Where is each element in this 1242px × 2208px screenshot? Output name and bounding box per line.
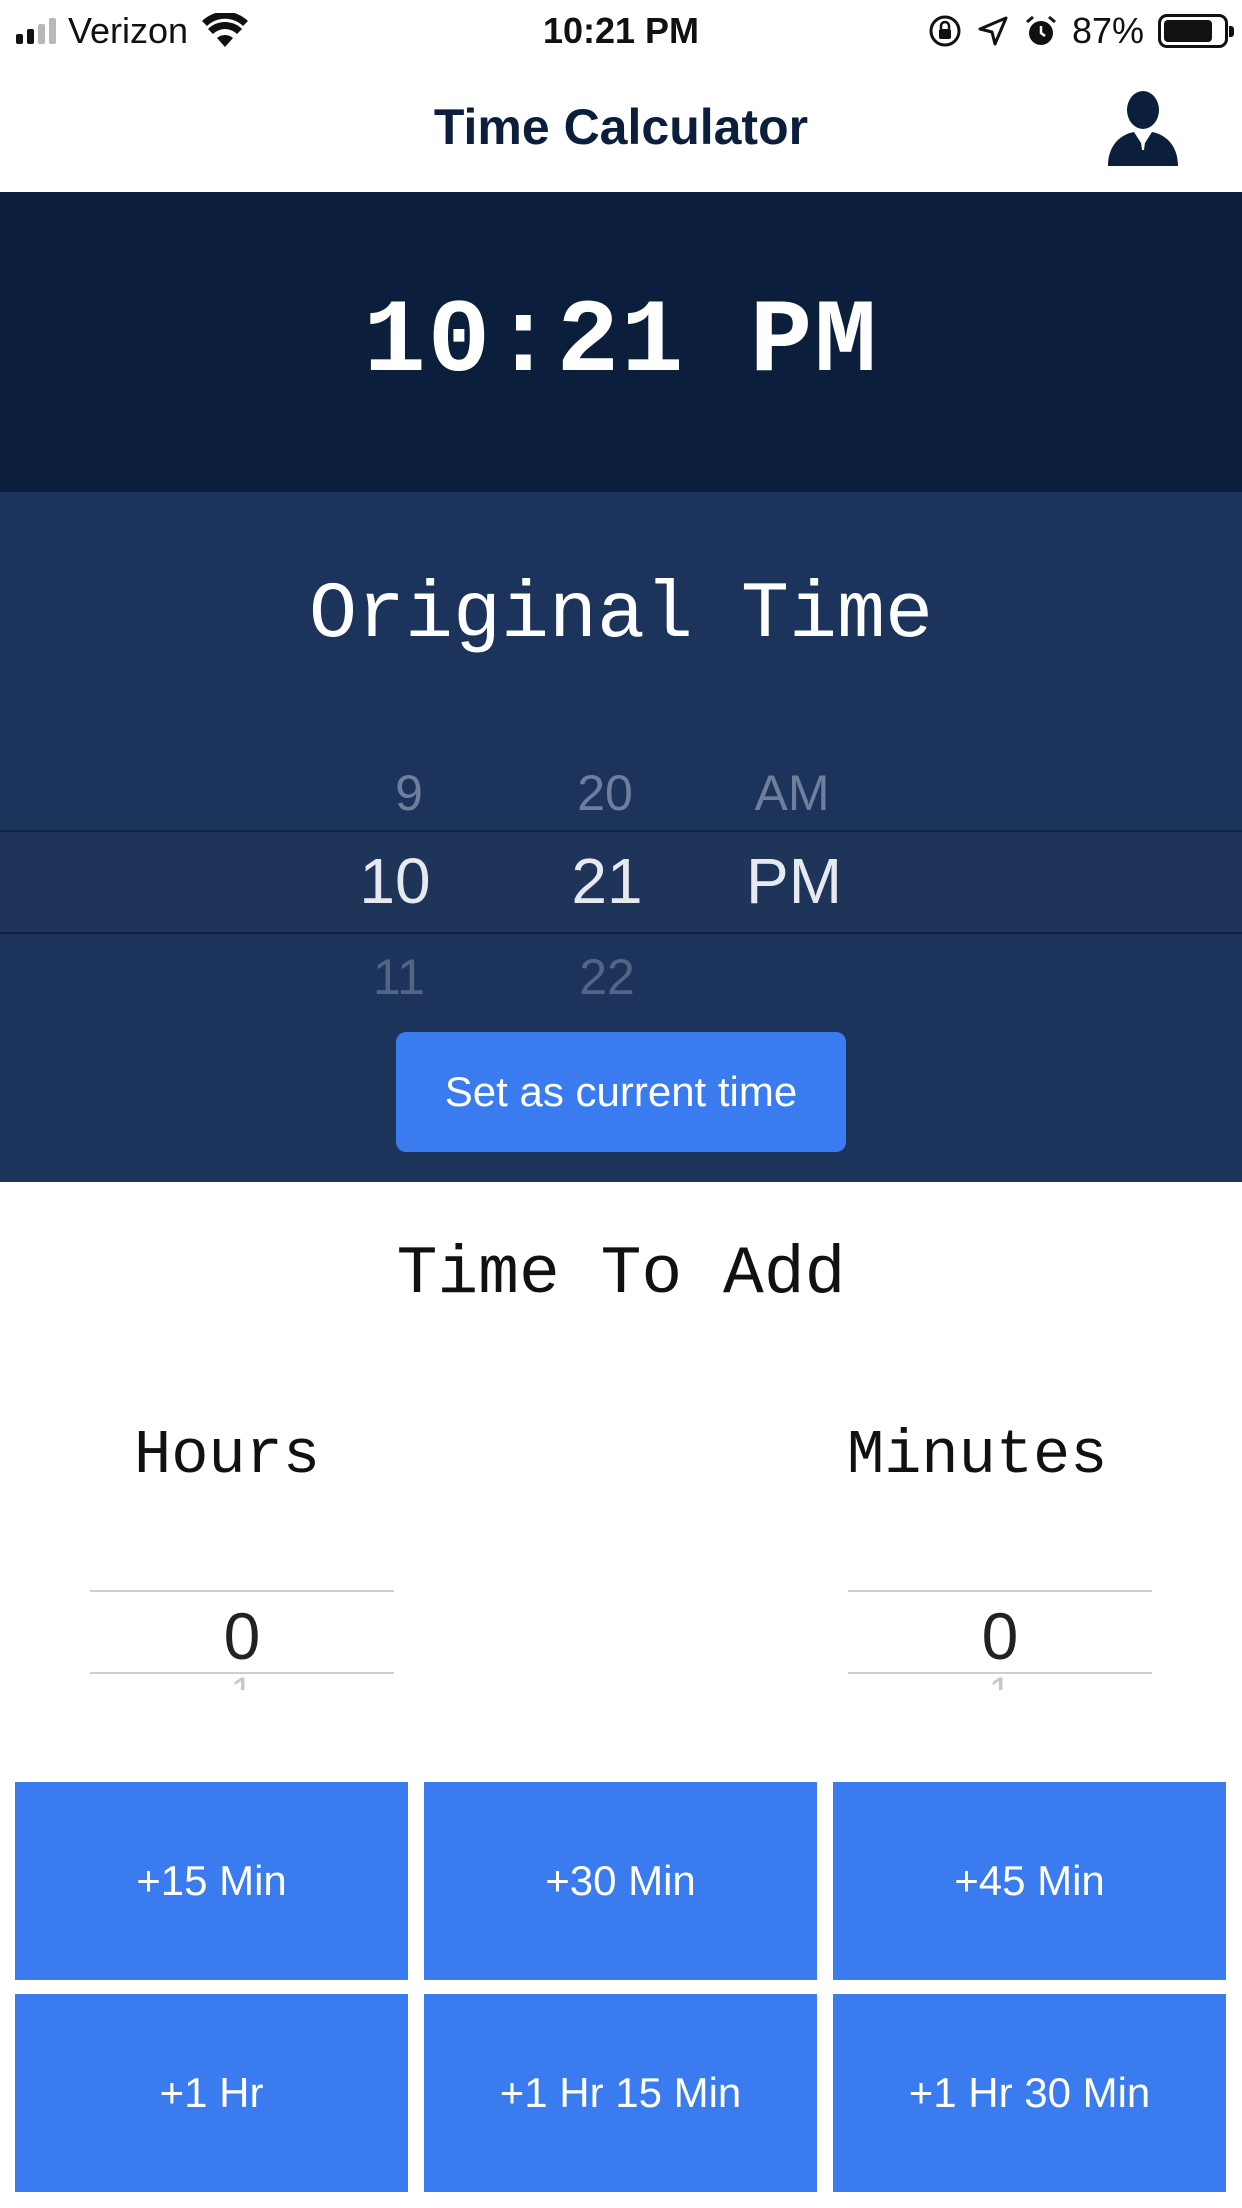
ampm-picker-selected[interactable]: PM	[714, 844, 874, 918]
hour-picker-prev[interactable]: 9	[329, 764, 489, 822]
add-30-min-button[interactable]: +30 Min	[424, 1782, 817, 1980]
location-arrow-icon	[978, 16, 1008, 46]
nav-bar: Time Calculator	[0, 62, 1242, 192]
ampm-picker-prev[interactable]: AM	[712, 764, 872, 822]
status-bar-right: 87%	[928, 10, 1234, 52]
time-to-add-title: Time To Add	[396, 1236, 846, 1313]
minutes-picker-value[interactable]: 0	[848, 1598, 1152, 1674]
hour-picker-next[interactable]: 11	[319, 948, 479, 1006]
orientation-lock-icon	[929, 15, 961, 47]
hours-picker-next[interactable]: 1	[90, 1670, 394, 1690]
set-current-time-button[interactable]: Set as current time	[396, 1032, 846, 1152]
original-time-section: Original Time 9 10 11 20 21 22 AM PM Set…	[0, 492, 1242, 1182]
add-45-min-button[interactable]: +45 Min	[833, 1782, 1226, 1980]
hours-label: Hours	[134, 1420, 321, 1491]
status-bar: Verizon 10:21 PM 87%	[0, 0, 1242, 62]
minute-picker-selected[interactable]: 21	[527, 844, 687, 918]
add-1-hr-30-min-button[interactable]: +1 Hr 30 Min	[833, 1994, 1226, 2192]
person-icon[interactable]	[1104, 86, 1182, 166]
battery-percent: 87%	[1071, 10, 1144, 51]
current-time-display: 10:21 PM	[0, 192, 1242, 492]
hours-picker-value[interactable]: 0	[90, 1598, 394, 1674]
hours-picker[interactable]: 0 1	[90, 1570, 394, 1690]
calculated-time: 10:21 PM	[363, 284, 879, 402]
add-15-min-button[interactable]: +15 Min	[15, 1782, 408, 1980]
add-1-hr-15-min-button[interactable]: +1 Hr 15 Min	[424, 1994, 817, 2192]
minute-picker-next[interactable]: 22	[527, 948, 687, 1006]
page-title: Time Calculator	[433, 99, 809, 155]
alarm-icon	[1025, 15, 1056, 45]
add-1-hr-button[interactable]: +1 Hr	[15, 1994, 408, 2192]
original-time-title: Original Time	[308, 570, 934, 661]
minute-picker-prev[interactable]: 20	[525, 764, 685, 822]
minutes-picker[interactable]: 0 1	[848, 1570, 1152, 1690]
minutes-label: Minutes	[847, 1420, 1108, 1491]
minutes-picker-next[interactable]: 1	[848, 1670, 1152, 1690]
battery-icon	[1158, 14, 1234, 48]
hour-picker-selected[interactable]: 10	[315, 844, 475, 918]
